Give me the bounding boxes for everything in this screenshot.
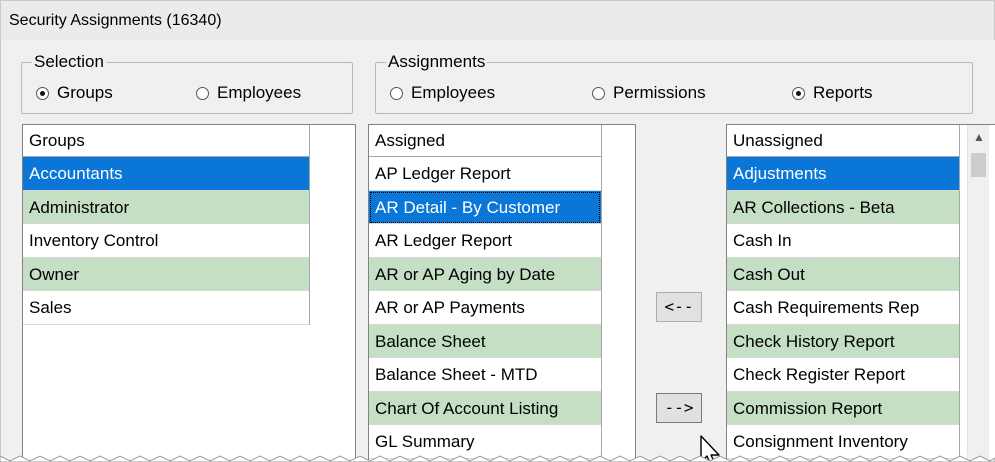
groups-rows: Accountants Administrator Inventory Cont…	[23, 157, 310, 325]
unassigned-listbox[interactable]: Unassigned Adjustments AR Collections - …	[726, 124, 995, 462]
list-item[interactable]: Administrator	[23, 190, 309, 224]
radio-selection-groups-label: Groups	[57, 83, 113, 102]
radio-assignments-reports[interactable]: Reports	[792, 83, 873, 103]
list-item[interactable]: Cash In	[727, 224, 959, 258]
radio-selection-groups-dot	[36, 86, 49, 100]
window-client: Selection Groups Employees Assignments E…	[0, 40, 995, 462]
list-item[interactable]: Balance Sheet - MTD	[369, 358, 601, 392]
groups-listbox[interactable]: Groups Accountants Administrator Invento…	[22, 124, 356, 462]
assigned-listbox[interactable]: Assigned AP Ledger Report AR Detail - By…	[368, 124, 636, 462]
radio-assignments-reports-label: Reports	[813, 83, 873, 102]
radio-assignments-employees-dot	[390, 86, 403, 100]
radio-assignments-reports-dot	[792, 86, 805, 100]
list-item[interactable]: Check Register Report	[727, 358, 959, 392]
list-item[interactable]: Balance Sheet	[369, 324, 601, 358]
radio-assignments-permissions-label: Permissions	[613, 83, 706, 102]
list-item[interactable]: Inventory Control	[23, 224, 309, 258]
list-item[interactable]: AR Collections - Beta	[727, 190, 959, 224]
list-item[interactable]: AP Ledger Report	[369, 157, 601, 191]
list-item[interactable]: Check History Report	[727, 324, 959, 358]
assignments-legend: Assignments	[386, 52, 488, 72]
radio-assignments-permissions-dot	[592, 86, 605, 100]
assignments-groupbox: Assignments Employees Permissions Report…	[375, 52, 973, 114]
unassigned-column-header[interactable]: Unassigned	[727, 125, 960, 157]
unassign-button[interactable]: <--	[656, 292, 702, 322]
scroll-thumb[interactable]	[971, 153, 986, 177]
assign-button[interactable]: -->	[656, 393, 702, 423]
list-item[interactable]: Owner	[23, 257, 309, 291]
radio-selection-employees[interactable]: Employees	[196, 83, 301, 103]
list-item[interactable]: Adjustments	[727, 157, 959, 191]
radio-selection-employees-label: Employees	[217, 83, 302, 102]
list-item[interactable]: AR or AP Payments	[369, 291, 601, 325]
list-item[interactable]: Accountants	[23, 157, 309, 191]
torn-edge	[0, 455, 995, 462]
list-item[interactable]: Cash Out	[727, 257, 959, 291]
assigned-rows: AP Ledger Report AR Detail - By Customer…	[369, 157, 602, 459]
assigned-column-header[interactable]: Assigned	[369, 125, 602, 157]
list-item[interactable]: Commission Report	[727, 391, 959, 425]
list-item[interactable]: AR Detail - By Customer	[369, 190, 601, 224]
radio-assignments-employees-label: Employees	[411, 83, 496, 102]
list-item[interactable]: Cash Requirements Rep	[727, 291, 959, 325]
list-item[interactable]: AR or AP Aging by Date	[369, 257, 601, 291]
radio-selection-employees-dot	[196, 86, 209, 100]
radio-assignments-employees[interactable]: Employees	[390, 83, 495, 103]
list-item[interactable]: AR Ledger Report	[369, 224, 601, 258]
radio-assignments-permissions[interactable]: Permissions	[592, 83, 706, 103]
unassigned-scrollbar[interactable]: ▲	[967, 125, 989, 462]
scroll-up-icon[interactable]: ▲	[968, 125, 990, 149]
radio-selection-groups[interactable]: Groups	[36, 83, 113, 103]
unassigned-rows: Adjustments AR Collections - Beta Cash I…	[727, 157, 960, 459]
window-titlebar: Security Assignments (16340)	[0, 0, 995, 40]
groups-column-header[interactable]: Groups	[23, 125, 310, 157]
list-item[interactable]: Sales	[23, 291, 309, 325]
selection-legend: Selection	[32, 52, 106, 72]
window-title: Security Assignments (16340)	[9, 12, 222, 29]
selection-groupbox: Selection Groups Employees	[21, 52, 353, 114]
list-item[interactable]: Chart Of Account Listing	[369, 391, 601, 425]
